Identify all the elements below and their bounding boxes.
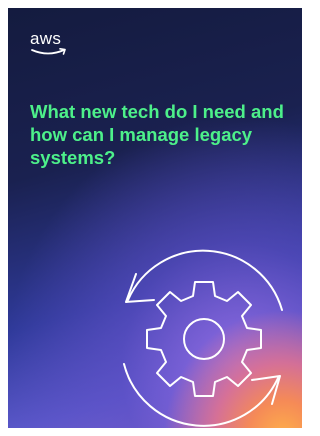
lower-arc xyxy=(123,363,279,427)
lower-arrowhead xyxy=(251,375,281,405)
smile-arrow-icon xyxy=(31,48,66,55)
aws-logo: aws xyxy=(30,30,72,60)
gear-outline xyxy=(146,281,262,397)
gear-hub xyxy=(183,318,225,360)
gear-refresh-icon xyxy=(123,249,283,427)
upper-arrowhead xyxy=(125,273,155,303)
document-cover: aws What new tech do I need and how can … xyxy=(8,8,302,428)
logo-text: aws xyxy=(30,29,62,48)
cover-headline: What new tech do I need and how can I ma… xyxy=(30,101,284,168)
